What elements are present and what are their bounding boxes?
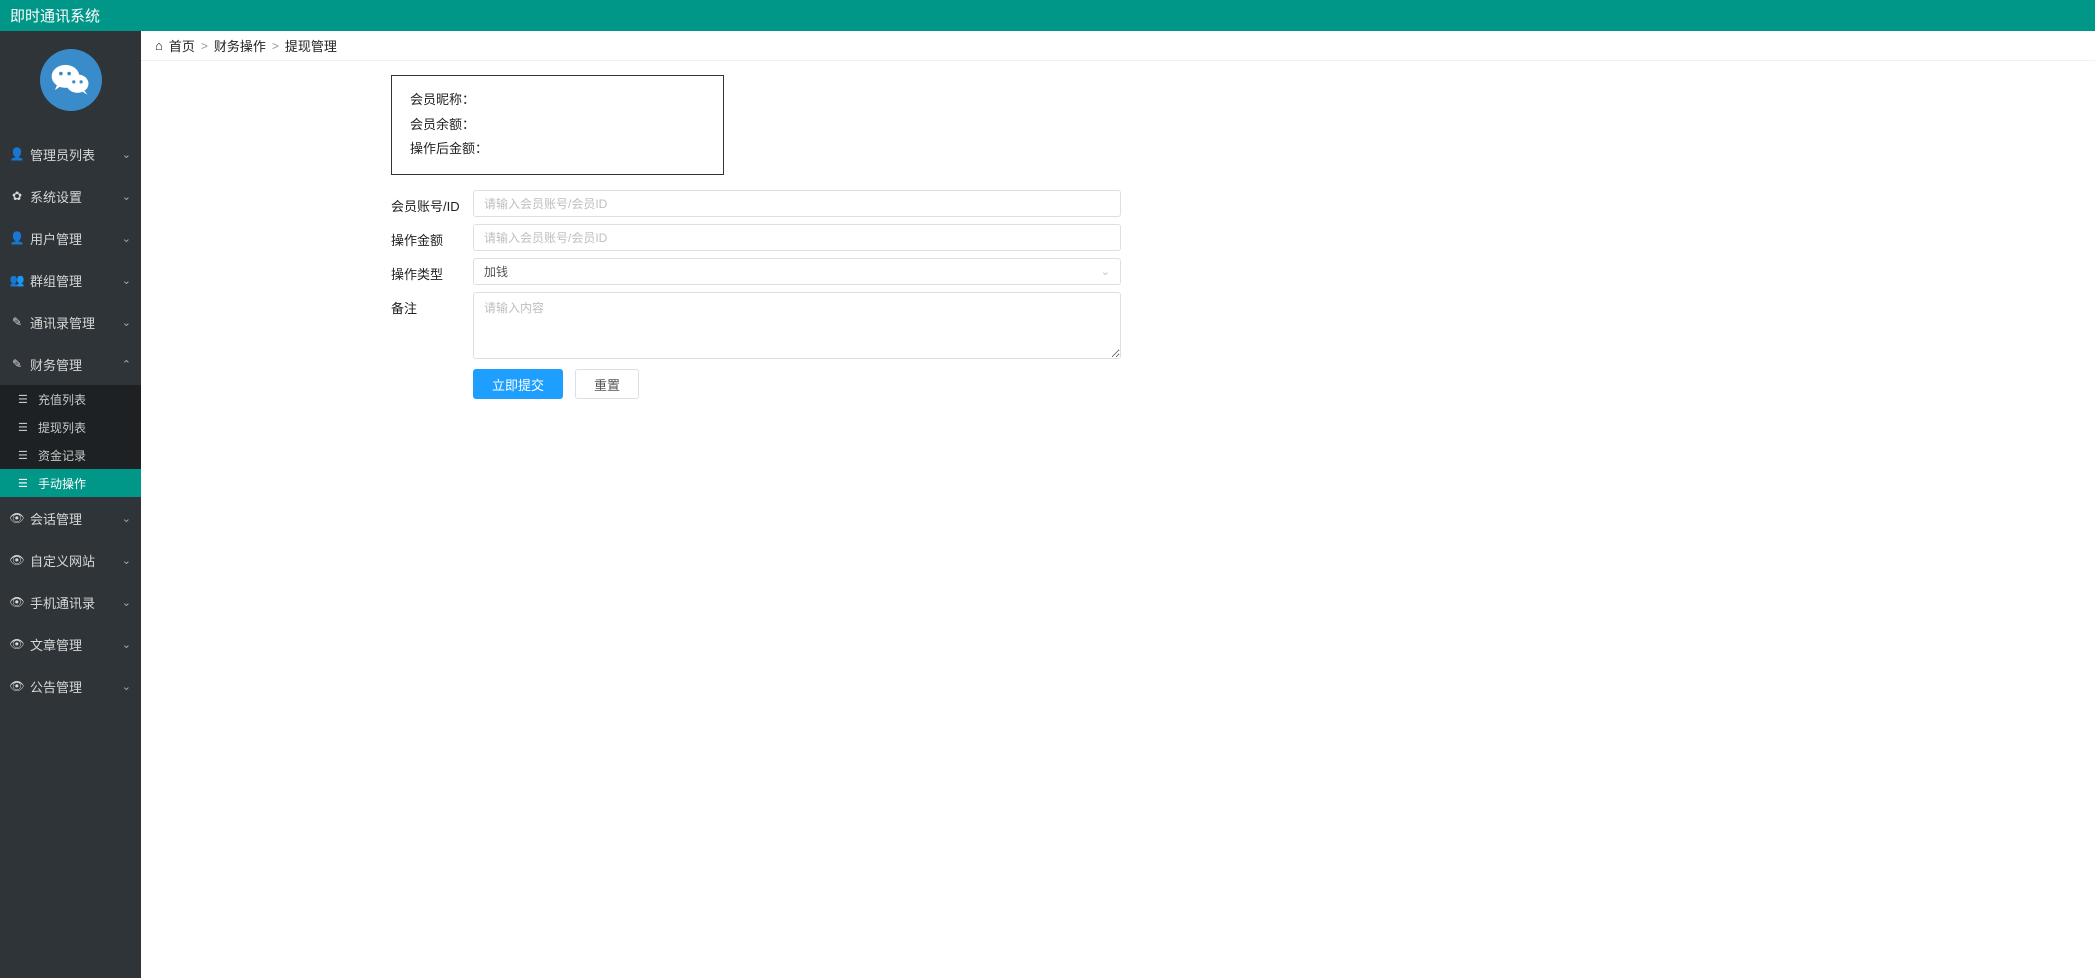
subnav-item-label: 手动操作 [38,475,86,492]
form-wrap: 会员昵称： 会员余额： 操作后金额： 会员账号/ID 操作金额 [391,75,1121,399]
info-nickname: 会员昵称： [410,88,705,113]
eye-icon: 👁 [10,553,24,567]
sidebar-item-system-settings[interactable]: ✿ 系统设置 ⌄ [0,175,141,217]
subnav-item-recharge-list[interactable]: ☰ 充值列表 [0,385,141,413]
sidebar-item-label: 群组管理 [30,271,82,290]
type-select[interactable]: 加钱 ⌄ [473,258,1121,285]
subnav-item-label: 提现列表 [38,419,86,436]
submit-button[interactable]: 立即提交 [473,369,563,399]
form-row-amount: 操作金额 [391,224,1121,251]
sidebar-item-announcement-management[interactable]: 👁 公告管理 ⌄ [0,665,141,707]
chevron-down-icon: ⌄ [122,680,131,693]
chevron-down-icon: ⌄ [1101,265,1110,278]
eye-icon: 👁 [10,511,24,525]
sidebar: 👤 管理员列表 ⌄ ✿ 系统设置 ⌄ 👤 用户管理 ⌄ 👥 群组管理 [0,31,141,978]
home-icon: ⌂ [155,38,163,53]
eye-icon: 👁 [10,679,24,693]
subnav-finance: ☰ 充值列表 ☰ 提现列表 ☰ 资金记录 ☰ 手动操作 [0,385,141,497]
subnav-item-label: 资金记录 [38,447,86,464]
subnav-item-manual-operation[interactable]: ☰ 手动操作 [0,469,141,497]
chevron-down-icon: ⌄ [122,638,131,651]
sidebar-item-label: 系统设置 [30,187,82,206]
eye-icon: 👁 [10,595,24,609]
remark-label: 备注 [391,292,473,317]
sidebar-item-label: 会话管理 [30,509,82,528]
breadcrumb-l2: 提现管理 [285,36,337,55]
chevron-down-icon: ⌄ [122,512,131,525]
form-row-type: 操作类型 加钱 ⌄ [391,258,1121,285]
main: ⌂ 首页 > 财务操作 > 提现管理 会员昵称： 会员余额： 操作后金额： 会员… [141,31,2095,978]
breadcrumb-home[interactable]: 首页 [169,36,195,55]
sidebar-item-contacts-management[interactable]: ✎ 通讯录管理 ⌄ [0,301,141,343]
logo-icon [40,49,102,111]
sidebar-item-label: 财务管理 [30,355,82,374]
form-row-remark: 备注 [391,292,1121,362]
sidebar-item-label: 文章管理 [30,635,82,654]
chevron-down-icon: ⌄ [122,232,131,245]
chevron-down-icon: ⌄ [122,190,131,203]
chevron-down-icon: ⌄ [122,596,131,609]
subnav-item-fund-records[interactable]: ☰ 资金记录 [0,441,141,469]
breadcrumb-l1[interactable]: 财务操作 [214,36,266,55]
chevron-down-icon: ⌄ [122,554,131,567]
breadcrumb-sep: > [201,39,208,53]
sidebar-item-admin-list[interactable]: 👤 管理员列表 ⌄ [0,133,141,175]
chevron-up-icon: ⌃ [122,358,131,371]
sidebar-item-session-management[interactable]: 👁 会话管理 ⌄ [0,497,141,539]
users-icon: 👥 [10,273,24,287]
sidebar-item-label: 公告管理 [30,677,82,696]
subnav-item-withdraw-list[interactable]: ☰ 提现列表 [0,413,141,441]
sidebar-item-group-management[interactable]: 👥 群组管理 ⌄ [0,259,141,301]
remark-textarea[interactable] [473,292,1121,359]
header: 即时通讯系统 [0,0,2095,31]
sidebar-item-finance-management[interactable]: ✎ 财务管理 ⌃ [0,343,141,385]
eye-icon: 👁 [10,637,24,651]
user-icon: 👤 [10,231,24,245]
account-input[interactable] [473,190,1121,217]
list-icon: ☰ [18,421,30,434]
info-balance: 会员余额： [410,113,705,138]
list-icon: ☰ [18,449,30,462]
sidebar-item-label: 自定义网站 [30,551,95,570]
list-icon: ☰ [18,393,30,406]
info-box: 会员昵称： 会员余额： 操作后金额： [391,75,724,175]
amount-input[interactable] [473,224,1121,251]
account-label: 会员账号/ID [391,190,473,215]
cog-icon: ✿ [10,189,24,203]
info-after-amount: 操作后金额： [410,137,705,162]
book-icon: ✎ [10,315,24,329]
chevron-down-icon: ⌄ [122,316,131,329]
sidebar-item-label: 用户管理 [30,229,82,248]
sidebar-item-label: 通讯录管理 [30,313,95,332]
sidebar-item-custom-website[interactable]: 👁 自定义网站 ⌄ [0,539,141,581]
reset-button[interactable]: 重置 [575,369,639,399]
sidebar-item-article-management[interactable]: 👁 文章管理 ⌄ [0,623,141,665]
subnav-item-label: 充值列表 [38,391,86,408]
button-row: 立即提交 重置 [473,369,1121,399]
user-icon: 👤 [10,147,24,161]
list-icon: ☰ [18,477,30,490]
logo-wrap [0,31,141,133]
sidebar-item-label: 手机通讯录 [30,593,95,612]
content: 会员昵称： 会员余额： 操作后金额： 会员账号/ID 操作金额 [141,61,2095,413]
sidebar-item-label: 管理员列表 [30,145,95,164]
chevron-down-icon: ⌄ [122,274,131,287]
chevron-down-icon: ⌄ [122,148,131,161]
breadcrumb-sep: > [272,39,279,53]
type-select-value: 加钱 [484,263,508,280]
sidebar-item-user-management[interactable]: 👤 用户管理 ⌄ [0,217,141,259]
edit-icon: ✎ [10,357,24,371]
type-label: 操作类型 [391,258,473,283]
amount-label: 操作金额 [391,224,473,249]
sidebar-item-phone-contacts[interactable]: 👁 手机通讯录 ⌄ [0,581,141,623]
app-title: 即时通讯系统 [10,5,100,26]
form-row-account: 会员账号/ID [391,190,1121,217]
breadcrumb: ⌂ 首页 > 财务操作 > 提现管理 [141,31,2095,61]
